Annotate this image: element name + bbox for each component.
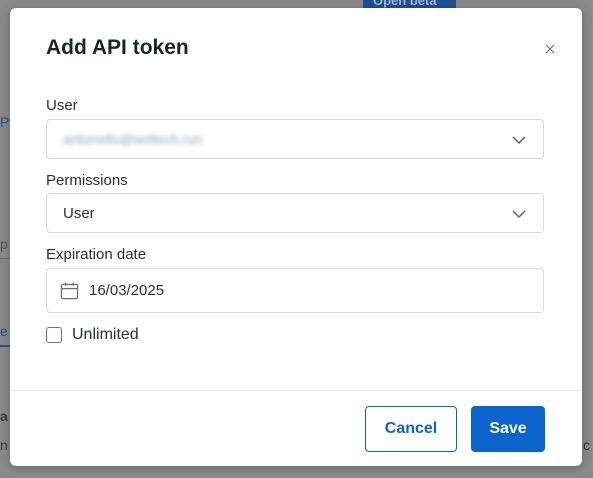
user-label: User (46, 97, 78, 114)
user-select[interactable]: antonello@writech.run (46, 119, 544, 159)
calendar-icon (60, 282, 79, 300)
cancel-button[interactable]: Cancel (365, 406, 457, 452)
dialog-title: Add API token (46, 36, 189, 59)
unlimited-option[interactable]: Unlimited (46, 326, 139, 344)
permissions-select[interactable]: User (46, 193, 544, 233)
expiration-date-input[interactable] (89, 282, 509, 299)
background-text-fragment: P (0, 114, 10, 130)
unlimited-checkbox[interactable] (46, 327, 62, 343)
background-text-fragment: c (583, 437, 590, 453)
save-button[interactable]: Save (471, 406, 545, 452)
background-tab-underline (0, 345, 10, 347)
expiration-date-field[interactable] (46, 268, 544, 313)
background-text-fragment: a (0, 408, 8, 424)
close-icon (545, 44, 555, 54)
permissions-select-value: User (63, 204, 95, 222)
background-text-fragment: e (0, 323, 8, 339)
background-divider (0, 258, 10, 259)
chevron-down-icon (512, 136, 526, 145)
add-api-token-dialog: Add API token User antonello@writech.run… (10, 8, 582, 466)
user-select-value: antonello@writech.run (63, 131, 203, 147)
expiration-date-label: Expiration date (46, 246, 147, 263)
background-text-fragment: n (0, 437, 8, 453)
chevron-down-icon (512, 210, 526, 219)
unlimited-label: Unlimited (72, 326, 139, 343)
background-text-fragment: p (0, 236, 8, 252)
permissions-label: Permissions (46, 172, 128, 189)
footer-divider (10, 390, 582, 391)
close-button[interactable] (541, 40, 559, 58)
